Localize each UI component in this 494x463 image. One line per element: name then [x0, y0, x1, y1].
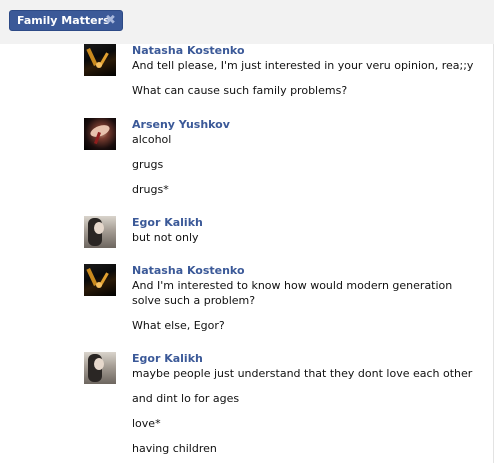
avatar[interactable] — [84, 264, 116, 296]
avatar[interactable] — [84, 118, 116, 150]
message-text: alcohol — [132, 133, 172, 146]
tab-label: Family Matters — [17, 14, 110, 27]
avatar[interactable] — [84, 216, 116, 248]
message-author[interactable]: Natasha Kostenko — [132, 264, 484, 278]
message-author[interactable]: Egor Kalikh — [132, 216, 484, 230]
message-text: grugs — [132, 158, 164, 171]
message-text: maybe people just understand that they d… — [132, 367, 473, 380]
message-text: What can cause such family problems? — [132, 84, 348, 97]
message-text: having children — [132, 442, 217, 455]
message-author[interactable]: Egor Kalikh — [132, 352, 484, 366]
tab-family-matters[interactable]: Family Matters ✖ — [9, 10, 123, 31]
message-text: And I'm interested to know how would mod… — [132, 279, 453, 307]
message-text: What else, Egor? — [132, 319, 225, 332]
message-author[interactable]: Natasha Kostenko — [132, 44, 484, 58]
header-bar: Family Matters ✖ — [0, 0, 494, 44]
avatar[interactable] — [84, 352, 116, 384]
message-text: drugs* — [132, 183, 169, 196]
close-icon[interactable]: ✖ — [104, 14, 117, 27]
message-text: but not only — [132, 231, 199, 244]
message-text: love* — [132, 417, 161, 430]
avatar[interactable] — [84, 44, 116, 76]
message-text: and dint lo for ages — [132, 392, 240, 405]
message-author[interactable]: Arseny Yushkov — [132, 118, 484, 132]
message-text: And tell please, I'm just interested in … — [132, 59, 474, 72]
